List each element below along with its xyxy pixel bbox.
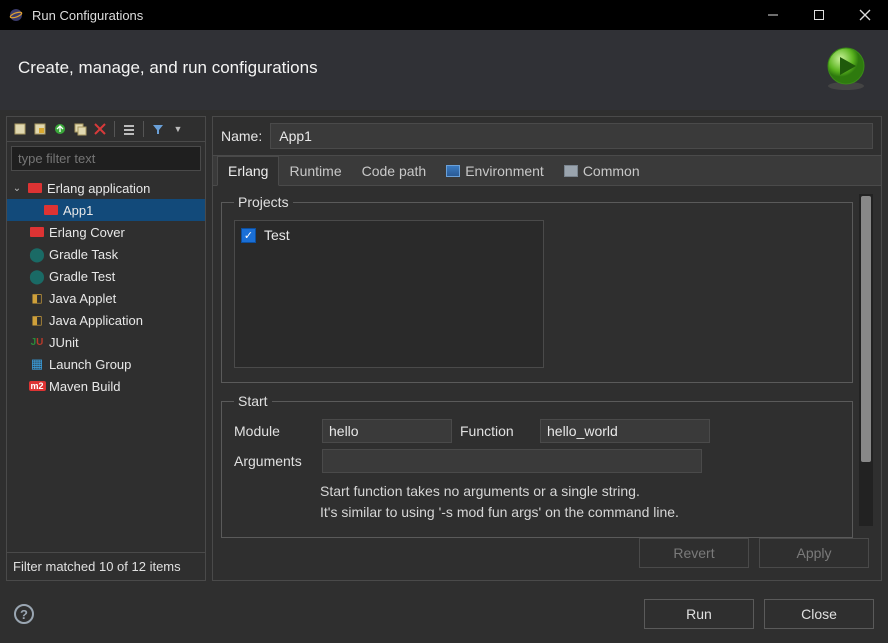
module-input[interactable] <box>322 419 452 443</box>
filter-menu-icon[interactable]: ▼ <box>169 120 187 138</box>
delete-icon[interactable] <box>91 120 109 138</box>
help-icon[interactable]: ? <box>14 604 34 624</box>
right-panel: Name: Erlang Runtime Code path Environme… <box>212 116 882 581</box>
filter-icon[interactable] <box>149 120 167 138</box>
title-bar: Run Configurations <box>0 0 888 30</box>
tree-label: Gradle Task <box>49 247 118 262</box>
junit-icon: JU <box>29 334 45 350</box>
tab-environment[interactable]: Environment <box>436 156 554 185</box>
tree-label: Maven Build <box>49 379 121 394</box>
tree-label: Erlang Cover <box>49 225 125 240</box>
run-orb-icon <box>822 44 870 92</box>
tree-item-java-applet[interactable]: ◧ Java Applet <box>7 287 205 309</box>
gradle-icon: ⬤ <box>29 246 45 262</box>
tree-label: Launch Group <box>49 357 131 372</box>
config-tree[interactable]: ⌄ Erlang application App1 Erlang Cover ⬤ <box>7 175 205 552</box>
tree-label: App1 <box>63 203 93 218</box>
new-prototype-icon[interactable] <box>31 120 49 138</box>
tree-item-launch-group[interactable]: ▦ Launch Group <box>7 353 205 375</box>
duplicate-icon[interactable] <box>71 120 89 138</box>
expand-all-icon[interactable] <box>120 120 138 138</box>
project-label: Test <box>264 227 290 243</box>
vertical-scrollbar[interactable] <box>859 194 873 526</box>
export-icon[interactable] <box>51 120 69 138</box>
project-item-test[interactable]: ✓ Test <box>241 227 537 243</box>
erlang-icon <box>43 202 59 218</box>
eclipse-icon <box>8 7 24 23</box>
tree-label: Gradle Test <box>49 269 115 284</box>
java-icon: ◧ <box>29 290 45 306</box>
start-group: Start Module Function Arguments Start fu… <box>221 393 853 538</box>
name-input[interactable] <box>270 123 873 149</box>
tree-item-erlang-cover[interactable]: Erlang Cover <box>7 221 205 243</box>
revert-button[interactable]: Revert <box>639 538 749 568</box>
function-input[interactable] <box>540 419 710 443</box>
common-icon <box>564 165 578 177</box>
arguments-label: Arguments <box>234 453 314 469</box>
tab-codepath[interactable]: Code path <box>352 156 437 185</box>
minimize-button[interactable] <box>750 0 796 30</box>
window-title: Run Configurations <box>32 8 143 23</box>
tab-erlang[interactable]: Erlang <box>217 156 279 186</box>
left-panel: ▼ ⌄ Erlang application App1 Erlang Co <box>6 116 206 581</box>
tab-common[interactable]: Common <box>554 156 650 185</box>
java-icon: ◧ <box>29 312 45 328</box>
close-window-button[interactable] <box>842 0 888 30</box>
tree-label: Java Application <box>49 313 143 328</box>
projects-group: Projects ✓ Test <box>221 194 853 383</box>
config-toolbar: ▼ <box>7 117 205 142</box>
start-hint: Start function takes no arguments or a s… <box>320 481 840 523</box>
config-tabs: Erlang Runtime Code path Environment Com… <box>213 155 881 186</box>
tree-item-maven-build[interactable]: m2 Maven Build <box>7 375 205 397</box>
header-title: Create, manage, and run configurations <box>18 58 822 78</box>
name-label: Name: <box>221 128 262 144</box>
checkbox-checked-icon[interactable]: ✓ <box>241 228 256 243</box>
chevron-down-icon[interactable]: ⌄ <box>11 183 23 194</box>
tree-item-erlang-application[interactable]: ⌄ Erlang application <box>7 177 205 199</box>
tree-item-gradle-task[interactable]: ⬤ Gradle Task <box>7 243 205 265</box>
projects-list[interactable]: ✓ Test <box>234 220 544 368</box>
tree-item-app1[interactable]: App1 <box>7 199 205 221</box>
filter-status: Filter matched 10 of 12 items <box>7 552 205 580</box>
arguments-input[interactable] <box>322 449 702 473</box>
tree-label: Erlang application <box>47 181 150 196</box>
footer: ? Run Close <box>0 587 888 643</box>
header: Create, manage, and run configurations <box>0 30 888 110</box>
close-button[interactable]: Close <box>764 599 874 629</box>
module-label: Module <box>234 423 314 439</box>
new-config-icon[interactable] <box>11 120 29 138</box>
tree-item-java-application[interactable]: ◧ Java Application <box>7 309 205 331</box>
maximize-button[interactable] <box>796 0 842 30</box>
start-legend: Start <box>234 393 272 409</box>
maven-icon: m2 <box>29 378 45 394</box>
erlang-icon <box>29 224 45 240</box>
tab-runtime[interactable]: Runtime <box>279 156 351 185</box>
function-label: Function <box>460 423 532 439</box>
environment-icon <box>446 165 460 177</box>
tree-item-junit[interactable]: JU JUnit <box>7 331 205 353</box>
scrollbar-thumb[interactable] <box>861 196 871 462</box>
filter-input[interactable] <box>11 146 201 171</box>
gradle-icon: ⬤ <box>29 268 45 284</box>
apply-button[interactable]: Apply <box>759 538 869 568</box>
launch-group-icon: ▦ <box>29 356 45 372</box>
projects-legend: Projects <box>234 194 293 210</box>
tree-label: JUnit <box>49 335 79 350</box>
tree-item-gradle-test[interactable]: ⬤ Gradle Test <box>7 265 205 287</box>
run-button[interactable]: Run <box>644 599 754 629</box>
erlang-icon <box>27 180 43 196</box>
tree-label: Java Applet <box>49 291 116 306</box>
